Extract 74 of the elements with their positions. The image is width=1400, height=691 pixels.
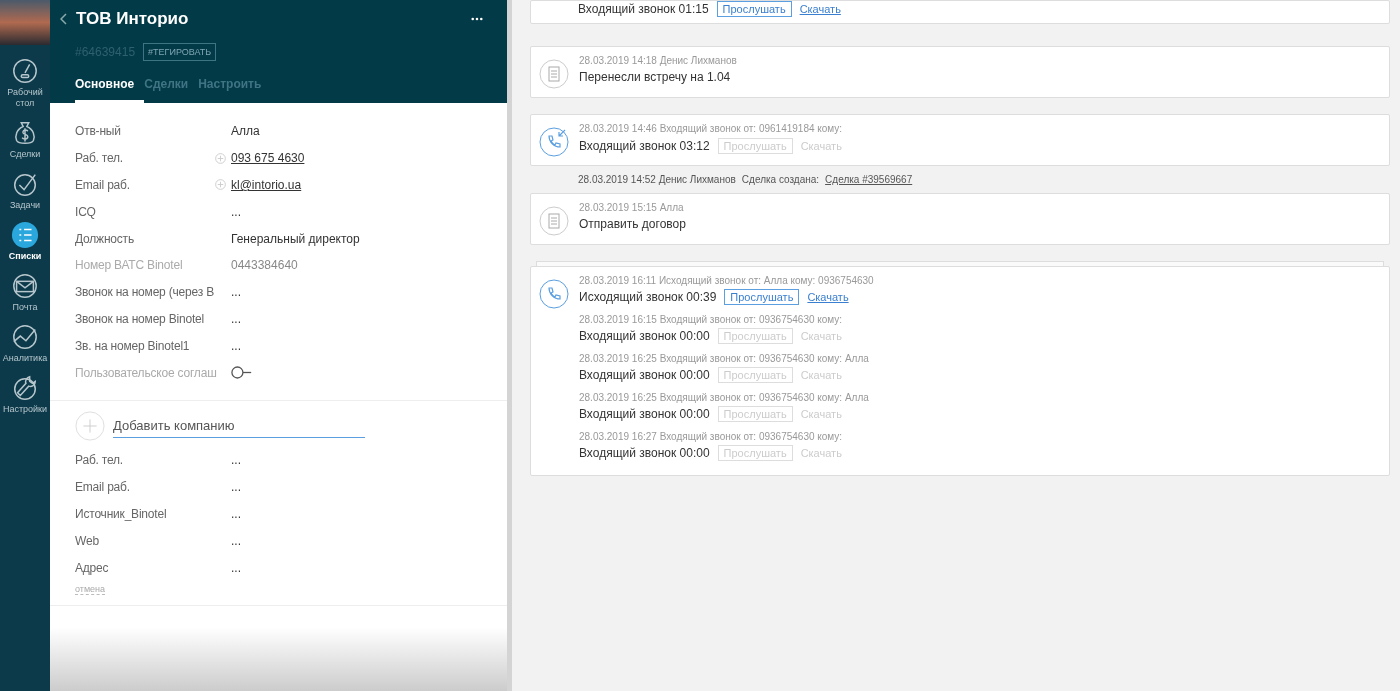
line-chart-icon [11,323,39,351]
field-value[interactable]: ... [231,338,241,353]
gauge-icon [11,57,39,85]
field-value[interactable]: ... [231,453,241,468]
tag-button[interactable]: #ТЕГИРОВАТЬ [143,43,217,61]
call-meta: 28.03.2019 14:46 Входящий звонок от: 0961419184 кому: [579,123,843,134]
call-meta: 28.03.2019 16:25 Входящий звонок от: 0936754630 кому: Алла [579,392,870,403]
field-value[interactable]: Алла [231,124,260,139]
call-meta: 28.03.2019 16:25 Входящий звонок от: 0936754630 кому: Алла [579,353,870,364]
event-action: Сделка создана: [741,174,820,185]
field-label: Должность [75,231,134,246]
call-title: Входящий звонок 00:00 [579,407,710,421]
wrench-icon [11,374,39,402]
field-value[interactable]: ... [231,533,241,548]
nav-item[interactable]: Почта [0,272,50,313]
phone-icon [539,279,569,309]
field-value[interactable]: ... [231,204,241,219]
listen-button[interactable]: Прослушать [716,1,792,17]
field-label: Раб. тел. [75,151,123,166]
note-text: Отправить договор [579,217,686,231]
envelope-icon [11,272,39,300]
field-value[interactable]: ... [231,311,241,326]
call-meta: 28.03.2019 16:15 Входящий звонок от: 0936754630 кому: [579,314,844,325]
deal-link[interactable]: Сделка #39569667 [825,174,913,185]
field-value[interactable]: Генеральный директор [231,231,360,246]
more-icon[interactable] [471,17,483,21]
event-meta: 28.03.2019 14:52 Денис Лихманов [578,174,736,185]
call-title: Входящий звонок 01:15 [578,2,709,16]
call-meta: 28.03.2019 16:27 Входящий звонок от: 0936754630 кому: [579,431,844,442]
note-icon [539,59,569,89]
field-value[interactable]: ... [231,285,241,300]
nav-item[interactable]: Списки [0,221,50,262]
field-label: Адрес [75,560,109,575]
nav-item[interactable]: Задачи [0,170,50,211]
nav-item[interactable]: Аналитика [0,323,50,364]
list-icon [11,221,39,249]
nav-item[interactable]: Рабочий стол [0,57,50,109]
call-title: Исходящий звонок 00:39 [579,290,717,304]
field-link[interactable]: 093 675 4630 [231,151,305,166]
field-label: Email раб. [75,178,130,192]
call-title: Входящий звонок 00:00 [579,446,710,460]
field-label: Зв. на номер Binotel1 [75,338,190,353]
field-value[interactable]: ... [231,506,241,521]
field-value[interactable]: ... [231,560,241,575]
download-link[interactable]: Скачать [799,3,841,15]
field-label: Отв-ный [75,124,121,139]
call-meta: 28.03.2019 16:11 Исходящий звонок от: Алла кому: 0936754630 [579,275,874,286]
field-label: Пользовательское соглаш [75,365,217,380]
field-label: ICQ [75,204,96,219]
field-label: Email раб. [75,480,130,495]
download-link[interactable]: Скачать [807,291,849,303]
note-meta: 28.03.2019 14:18 Денис Лихманов [579,55,737,66]
note-text: Перенесли встречу на 1.04 [579,70,732,84]
nav-item[interactable]: Настройки [0,374,50,415]
call-title: Входящий звонок 00:00 [579,329,710,343]
tab[interactable]: Основное [75,71,145,103]
nav-item[interactable]: Сделки [0,119,50,160]
back-chevron-icon[interactable] [60,13,68,25]
field-label: Раб. тел. [75,453,123,468]
field-label: Источник_Binotel [75,506,167,521]
field-label: Web [75,533,99,548]
field-value[interactable]: ... [231,480,241,495]
field-label: Звонок на номер (через В [75,285,214,300]
photo-placeholder [0,0,50,45]
note-meta: 28.03.2019 15:15 Алла [579,202,685,213]
contact-title: ТОВ Инторио [76,9,190,29]
call-title: Входящий звонок 00:00 [579,368,710,382]
listen-button[interactable]: Прослушать [724,289,800,305]
field-link[interactable]: kl@intorio.ua [231,178,302,192]
field-label: Номер ВАТС Binotel [75,258,183,273]
field-label: Звонок на номер Binotel [75,311,204,326]
incoming-call-icon [539,127,569,157]
call-title: Входящий звонок 03:12 [579,139,710,153]
note-icon [539,206,569,236]
